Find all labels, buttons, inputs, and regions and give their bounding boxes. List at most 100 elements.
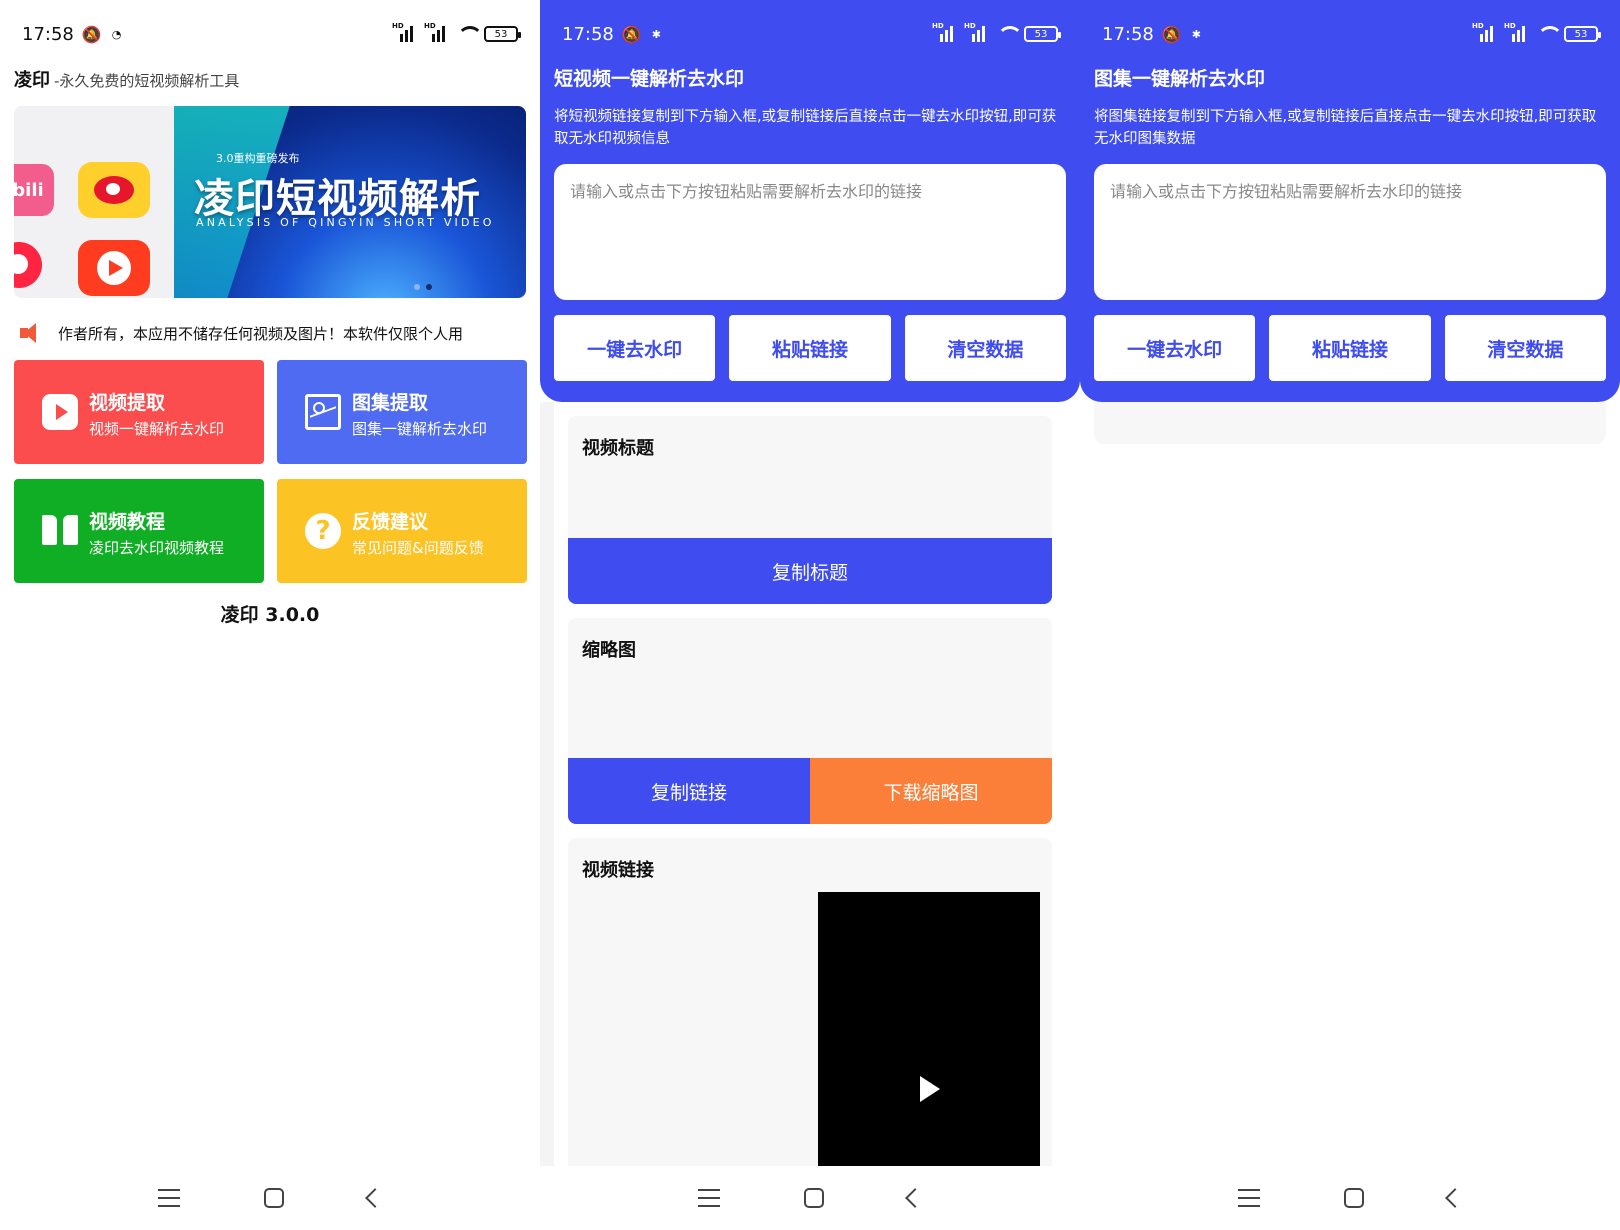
wifi-icon — [996, 26, 1023, 42]
bell-muted-icon: 🔕 — [621, 24, 642, 44]
page-title: 图集一键解析去水印 — [1094, 68, 1266, 90]
parse-header-panel: 17:58 🔕 ✱ HD HD 53 图集一键解析去水印 将图集链接复制到下方输… — [1080, 0, 1620, 402]
action-buttons: 一键去水印 粘贴链接 清空数据 — [554, 315, 1066, 381]
home-icon[interactable] — [1344, 1188, 1364, 1208]
paste-link-button[interactable]: 粘贴链接 — [729, 315, 891, 381]
video-player[interactable] — [818, 892, 1040, 1178]
bell-muted-icon: 🔕 — [1161, 24, 1182, 44]
link-input[interactable] — [554, 164, 1066, 300]
signal-icon: HD — [964, 22, 990, 42]
system-nav-bar — [1080, 1166, 1620, 1230]
tile-title: 图集提取 — [352, 392, 429, 414]
back-icon[interactable] — [905, 1188, 925, 1208]
background-strip — [540, 402, 554, 1166]
bell-muted-icon: 🔕 — [81, 24, 102, 44]
promo-banner[interactable]: bili 3.0重构重磅发布 凌印短视频解析 ANALYSIS OF QINGY… — [14, 106, 526, 298]
menu-icon[interactable] — [1238, 1189, 1260, 1207]
status-time: 17:58 — [22, 23, 74, 45]
weibo-icon — [78, 162, 150, 218]
tile-title: 视频提取 — [89, 392, 166, 414]
tile-subtitle: 视频一键解析去水印 — [89, 420, 225, 438]
tile-subtitle: 常见问题&问题反馈 — [352, 539, 484, 557]
back-icon[interactable] — [1445, 1188, 1465, 1208]
thumbnail-actions: 复制链接 下载缩略图 — [568, 758, 1052, 824]
system-nav-bar — [0, 1166, 540, 1230]
home-icon[interactable] — [264, 1188, 284, 1208]
status-time: 17:58 — [562, 23, 614, 45]
copy-link-button[interactable]: 复制链接 — [568, 758, 810, 824]
image-icon — [305, 394, 341, 430]
signal-icon: HD — [932, 22, 958, 42]
video-title-card: 视频标题 复制标题 — [568, 416, 1052, 604]
remove-watermark-button[interactable]: 一键去水印 — [554, 315, 716, 381]
battery-icon: 53 — [1024, 26, 1061, 42]
menu-icon[interactable] — [698, 1189, 720, 1207]
thumbnail-card: 缩略图 复制链接 下载缩略图 — [568, 618, 1052, 824]
banner-main-image: 3.0重构重磅发布 凌印短视频解析 ANALYSIS OF QINGYIN SH… — [174, 106, 526, 298]
feedback-tile[interactable]: ? 反馈建议 常见问题&问题反馈 — [277, 479, 527, 583]
play-icon — [42, 394, 78, 430]
question-icon: ? — [305, 513, 341, 549]
banner-english: ANALYSIS OF QINGYIN SHORT VIDEO — [196, 216, 495, 229]
link-input[interactable] — [1094, 164, 1606, 300]
banner-pagination[interactable] — [414, 284, 432, 290]
banner-subtitle: 3.0重构重磅发布 — [216, 152, 300, 165]
remove-watermark-button[interactable]: 一键去水印 — [1094, 315, 1256, 381]
tile-subtitle: 图集一键解析去水印 — [352, 420, 488, 438]
notification-icon: ✱ — [651, 27, 662, 41]
clear-data-button[interactable]: 清空数据 — [1444, 315, 1606, 381]
wifi-icon — [456, 26, 483, 42]
notice-marquee: 作者所有，本应用不储存任何视频及图片！本软件仅限个人用 — [20, 318, 500, 348]
album-parse-screen: 17:58 🔕 ✱ HD HD 53 图集一键解析去水印 将图集链接复制到下方输… — [1080, 0, 1620, 1230]
card-label: 视频标题 — [582, 438, 654, 459]
signal-icon: HD — [1504, 22, 1530, 42]
speaker-icon — [20, 322, 46, 344]
system-nav-bar — [540, 1166, 1080, 1230]
video-link-card: 视频链接 — [568, 838, 1052, 1178]
parse-header-panel: 17:58 🔕 ✱ HD HD 53 短视频一键解析去水印 将短视频链接复制到下… — [540, 0, 1080, 402]
app-tagline: -永久免费的短视频解析工具 — [54, 72, 240, 90]
notification-icon: ◔ — [111, 27, 122, 41]
clear-data-button[interactable]: 清空数据 — [904, 315, 1066, 381]
play-icon[interactable] — [920, 1076, 940, 1102]
card-label: 视频链接 — [582, 860, 654, 881]
video-extract-tile[interactable]: 视频提取 视频一键解析去水印 — [14, 360, 264, 464]
tile-title: 反馈建议 — [352, 511, 429, 533]
signal-icon: HD — [392, 22, 418, 42]
status-time: 17:58 — [1102, 23, 1154, 45]
tile-title: 视频教程 — [89, 511, 166, 533]
album-extract-tile[interactable]: 图集提取 图集一键解析去水印 — [277, 360, 527, 464]
paste-link-button[interactable]: 粘贴链接 — [1269, 315, 1431, 381]
tile-subtitle: 凌印去水印视频教程 — [89, 539, 225, 557]
page-title: 短视频一键解析去水印 — [554, 68, 745, 90]
signal-icon: HD — [1472, 22, 1498, 42]
platform-icons: bili — [14, 106, 174, 298]
status-bar: 17:58 🔕 ✱ HD HD 53 — [562, 18, 1061, 50]
signal-icon: HD — [424, 22, 450, 42]
page-description: 将短视频链接复制到下方输入框,或复制链接后直接点击一键去水印按钮,即可获取无水印… — [554, 109, 1057, 147]
douyin-icon — [14, 242, 42, 288]
kuaishou-icon — [78, 240, 150, 296]
copy-title-button[interactable]: 复制标题 — [568, 538, 1052, 604]
result-panel — [1094, 402, 1606, 444]
app-version: 凌印 3.0.0 — [220, 604, 320, 626]
video-tutorial-tile[interactable]: 视频教程 凌印去水印视频教程 — [14, 479, 264, 583]
home-icon[interactable] — [804, 1188, 824, 1208]
app-header: 凌印 -永久免费的短视频解析工具 — [14, 66, 239, 92]
download-thumbnail-button[interactable]: 下载缩略图 — [810, 758, 1052, 824]
menu-icon[interactable] — [158, 1189, 180, 1207]
app-name: 凌印 — [14, 70, 50, 91]
battery-icon: 53 — [484, 26, 521, 42]
bilibili-icon: bili — [14, 164, 54, 216]
notification-icon: ✱ — [1191, 27, 1202, 41]
action-buttons: 一键去水印 粘贴链接 清空数据 — [1094, 315, 1606, 381]
book-icon — [42, 513, 78, 549]
back-icon[interactable] — [365, 1188, 385, 1208]
card-label: 缩略图 — [582, 640, 636, 661]
wifi-icon — [1536, 26, 1563, 42]
status-bar: 17:58 🔕 ✱ HD HD 53 — [1102, 18, 1601, 50]
notice-text: 作者所有，本应用不储存任何视频及图片！本软件仅限个人用 — [58, 324, 464, 343]
video-parse-screen: 17:58 🔕 ✱ HD HD 53 短视频一键解析去水印 将短视频链接复制到下… — [540, 0, 1080, 1230]
battery-icon: 53 — [1564, 26, 1601, 42]
page-description: 将图集链接复制到下方输入框,或复制链接后直接点击一键去水印按钮,即可获取无水印图… — [1094, 109, 1597, 147]
